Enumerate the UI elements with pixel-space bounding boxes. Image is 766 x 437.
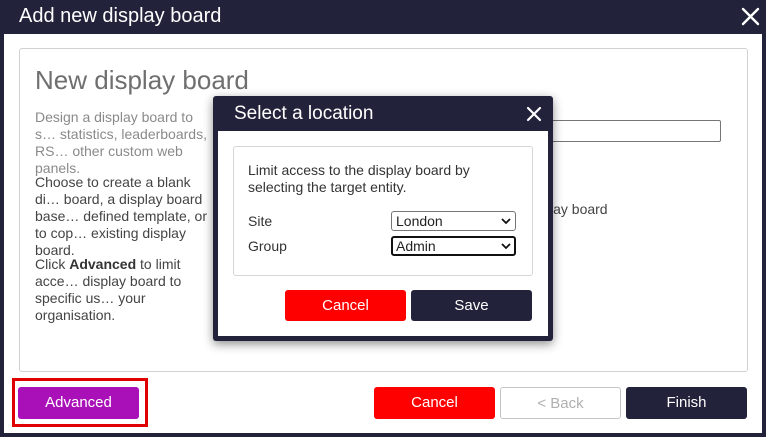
intro-paragraph: Design a display board to s… statistics,… [35,109,207,176]
dialog-title: Add new display board [19,5,222,27]
group-select[interactable]: Admin [391,236,516,256]
site-select-value: London [396,213,443,229]
chevron-down-icon [501,243,511,250]
modal-body: Limit access to the display board by sel… [218,131,548,336]
advanced-paragraph-bold: Advanced [69,256,137,272]
page-title: New display board [35,65,249,95]
modal-close-icon[interactable] [524,104,544,124]
dialog-titlebar: Add new display board [0,0,766,34]
advanced-button[interactable]: Advanced [18,387,139,419]
finish-button[interactable]: Finish [626,387,747,419]
modal-title: Select a location [234,103,374,124]
modal-cancel-button[interactable]: Cancel [285,290,406,321]
group-label: Group [248,238,287,254]
cancel-button[interactable]: Cancel [374,387,495,419]
group-select-value: Admin [396,238,436,254]
modal-save-button[interactable]: Save [411,290,532,321]
advanced-paragraph: Click Advanced to limit acce… display bo… [35,256,215,324]
choose-paragraph: Choose to create a blank di… board, a di… [35,174,207,258]
back-button[interactable]: < Back [500,387,621,419]
board-option-label: lay board [550,201,608,217]
location-form: Limit access to the display board by sel… [233,146,533,276]
site-label: Site [248,213,273,229]
close-icon[interactable] [738,4,764,30]
site-select[interactable]: London [391,211,516,231]
chevron-down-icon [501,218,511,225]
advanced-paragraph-prefix: Click [35,256,70,272]
modal-description: Limit access to the display board by sel… [248,162,470,195]
board-name-input[interactable] [550,120,721,142]
select-location-modal: Select a location Limit access to the di… [213,96,553,341]
